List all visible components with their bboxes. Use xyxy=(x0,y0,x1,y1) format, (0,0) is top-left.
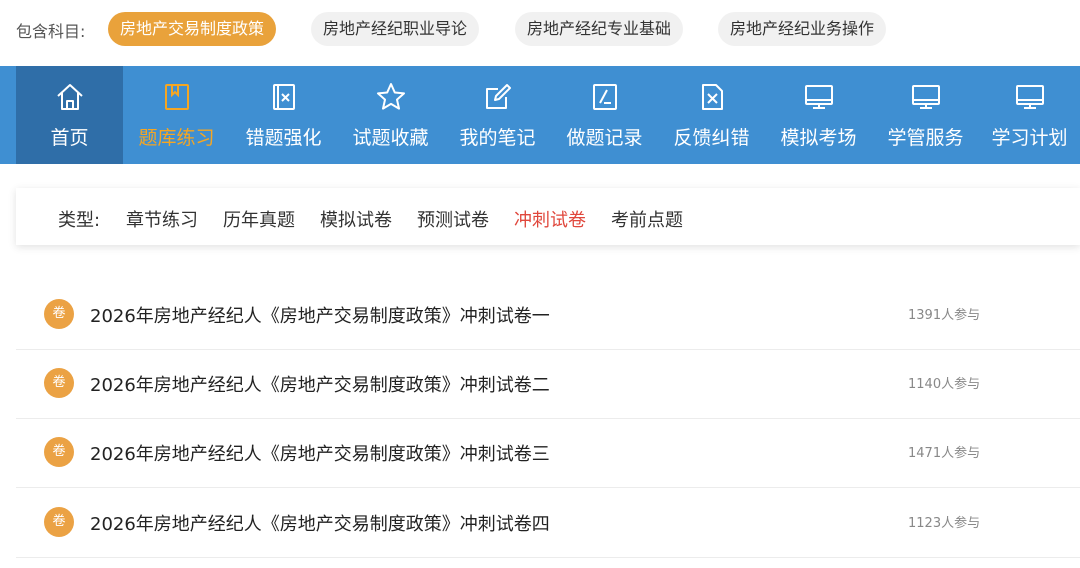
list-item[interactable]: 卷 2026年房地产经纪人《房地产交易制度政策》冲刺试卷三 1471人参与 xyxy=(16,418,1080,488)
paper-badge: 卷 xyxy=(44,507,74,537)
star-icon xyxy=(375,81,407,113)
type-chapter-practice[interactable]: 章节练习 xyxy=(126,206,198,232)
monitor-icon xyxy=(910,81,942,113)
monitor-icon xyxy=(1014,81,1046,113)
nav-label: 做题记录 xyxy=(566,127,643,149)
record-icon xyxy=(589,81,621,113)
type-filter: 类型: 章节练习 历年真题 模拟试卷 预测试卷 冲刺试卷 考前点题 xyxy=(16,188,1080,245)
nav-label: 反馈纠错 xyxy=(673,127,750,149)
nav-item-wrong-questions[interactable]: 错题强化 xyxy=(230,66,337,164)
monitor-icon xyxy=(803,81,835,113)
type-label: 类型: xyxy=(58,210,101,231)
home-icon xyxy=(54,81,86,113)
list-item[interactable]: 卷 2026年房地产经纪人《房地产交易制度政策》冲刺试卷四 1123人参与 xyxy=(16,488,1080,558)
paper-badge: 卷 xyxy=(44,437,74,467)
nav-item-study-service[interactable]: 学管服务 xyxy=(872,66,979,164)
nav-item-feedback[interactable]: 反馈纠错 xyxy=(658,66,765,164)
nav-label: 试题收藏 xyxy=(352,127,429,149)
paper-badge: 卷 xyxy=(44,368,74,398)
type-sprint-papers[interactable]: 冲刺试卷 xyxy=(514,206,586,232)
feedback-x-icon xyxy=(696,81,728,113)
nav-label: 我的笔记 xyxy=(459,127,536,149)
subject-bar: 包含科目: 房地产交易制度政策 房地产经纪职业导论 房地产经纪专业基础 房地产经… xyxy=(0,0,1080,60)
paper-title[interactable]: 2026年房地产经纪人《房地产交易制度政策》冲刺试卷四 xyxy=(90,510,550,536)
type-key-points[interactable]: 考前点题 xyxy=(611,206,683,232)
nav-item-notes[interactable]: 我的笔记 xyxy=(444,66,551,164)
book-icon xyxy=(161,81,193,113)
main-nav: 首页 题库练习 错题强化 试题收藏 我的笔记 做题记录 反馈纠错 模拟考场 学管… xyxy=(0,66,1080,164)
subject-chip-transaction-policy[interactable]: 房地产交易制度政策 xyxy=(108,12,277,46)
wrong-question-icon xyxy=(268,81,300,113)
participant-count: 1140人参与 xyxy=(908,377,981,392)
subject-chip-business-operations[interactable]: 房地产经纪业务操作 xyxy=(718,12,887,46)
nav-item-favorites[interactable]: 试题收藏 xyxy=(337,66,444,164)
type-mock-papers[interactable]: 模拟试卷 xyxy=(320,206,392,232)
participant-count: 1391人参与 xyxy=(908,308,981,323)
nav-item-question-bank[interactable]: 题库练习 xyxy=(123,66,230,164)
nav-label: 模拟考场 xyxy=(780,127,857,149)
nav-label: 题库练习 xyxy=(138,127,215,149)
subject-label: 包含科目: xyxy=(16,22,86,41)
list-item[interactable]: 卷 2026年房地产经纪人《房地产交易制度政策》冲刺试卷二 1140人参与 xyxy=(16,349,1080,419)
subject-chip-career-intro[interactable]: 房地产经纪职业导论 xyxy=(311,12,480,46)
type-past-papers[interactable]: 历年真题 xyxy=(223,206,295,232)
participant-count: 1123人参与 xyxy=(908,516,981,531)
paper-title[interactable]: 2026年房地产经纪人《房地产交易制度政策》冲刺试卷二 xyxy=(90,371,550,397)
type-predicted-papers[interactable]: 预测试卷 xyxy=(417,206,489,232)
nav-label: 学管服务 xyxy=(887,127,964,149)
participant-count: 1471人参与 xyxy=(908,446,981,461)
list-item[interactable]: 卷 2026年房地产经纪人《房地产交易制度政策》冲刺试卷一 1391人参与 xyxy=(16,280,1080,350)
nav-label: 错题强化 xyxy=(245,127,322,149)
nav-item-study-plan[interactable]: 学习计划 xyxy=(979,66,1080,164)
nav-label: 学习计划 xyxy=(991,127,1068,149)
paper-badge: 卷 xyxy=(44,299,74,329)
subject-chip-professional-basics[interactable]: 房地产经纪专业基础 xyxy=(515,12,684,46)
nav-item-home[interactable]: 首页 xyxy=(16,66,123,164)
nav-item-practice-records[interactable]: 做题记录 xyxy=(551,66,658,164)
paper-title[interactable]: 2026年房地产经纪人《房地产交易制度政策》冲刺试卷三 xyxy=(90,440,550,466)
paper-title[interactable]: 2026年房地产经纪人《房地产交易制度政策》冲刺试卷一 xyxy=(90,302,550,328)
note-edit-icon xyxy=(482,81,514,113)
nav-label: 首页 xyxy=(50,127,89,149)
nav-item-mock-exam[interactable]: 模拟考场 xyxy=(765,66,872,164)
